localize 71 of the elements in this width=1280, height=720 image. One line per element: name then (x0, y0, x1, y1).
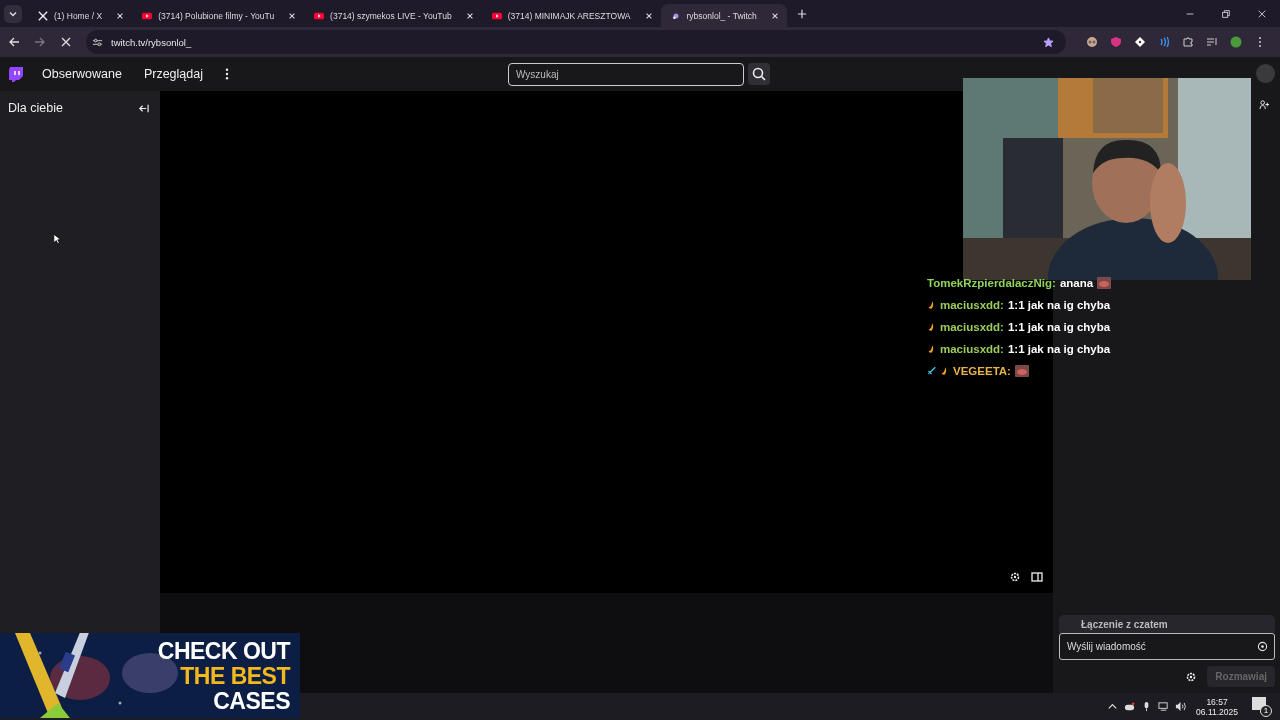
close-icon[interactable] (116, 11, 125, 20)
browser-tab[interactable]: rybsonlol_ - Twitch (660, 4, 787, 27)
mouse-cursor-icon (53, 233, 61, 245)
chevron-up-icon[interactable] (1107, 701, 1119, 712)
x-logo-icon (38, 10, 48, 21)
new-tab-icon[interactable] (796, 8, 807, 19)
moon-badge-icon (927, 344, 936, 354)
notifications-button[interactable]: 1 (1252, 696, 1272, 717)
nav-link[interactable]: Obserwowane (42, 67, 122, 81)
chat-username: TomekRzpierdalaczNig: (927, 277, 1056, 289)
sidebar-title: Dla ciebie (8, 101, 63, 115)
close-icon[interactable] (644, 11, 653, 20)
media-queue-icon[interactable] (1206, 36, 1218, 48)
nav-link[interactable]: Przeglądaj (143, 67, 203, 81)
extensions-puzzle-icon[interactable] (1182, 36, 1194, 48)
friends-icon[interactable] (1259, 99, 1270, 110)
search-field[interactable]: Wyszukaj (508, 62, 744, 86)
play-logo-icon (314, 10, 325, 21)
moon-badge-icon (940, 366, 949, 376)
profile-avatar-icon[interactable] (1230, 36, 1242, 48)
ad-headline: THE BEST (180, 664, 290, 689)
site-settings-icon[interactable] (92, 36, 103, 48)
chat-message: 1:1 jak na ig chyba (1007, 343, 1111, 355)
game-controller-icon[interactable] (1124, 701, 1136, 712)
search-button[interactable] (748, 63, 770, 85)
settings-icon[interactable] (1009, 571, 1021, 583)
play-logo-icon (142, 10, 153, 21)
moon-badge-icon (927, 300, 936, 310)
more-icon[interactable] (225, 68, 229, 80)
tab-search-button[interactable] (4, 4, 22, 23)
close-icon[interactable] (288, 11, 297, 20)
chat-username: VEGEETA: (953, 365, 1011, 377)
play-logo-icon (491, 10, 502, 21)
ad-headline: CHECK OUT (157, 639, 290, 664)
chat-message: 1:1 jak na ig chyba (1007, 299, 1111, 311)
browser-tab[interactable]: (1) Home / X (28, 4, 133, 27)
moon-badge-icon (927, 322, 936, 332)
theatre-mode-icon[interactable] (1031, 571, 1043, 583)
settings-icon[interactable] (1185, 670, 1198, 683)
chat-message: anana (1059, 277, 1094, 289)
close-icon[interactable] (1257, 8, 1267, 19)
ad-headline: CASES (213, 689, 290, 714)
sound-waves-icon[interactable] (1158, 36, 1170, 48)
stop-icon[interactable] (60, 36, 72, 48)
chat-status-banner: Łączenie z czatem (1059, 615, 1275, 633)
extension-icon[interactable] (1086, 36, 1098, 48)
close-icon[interactable] (465, 11, 474, 20)
shield-icon[interactable] (1110, 36, 1122, 48)
volume-icon[interactable] (1175, 701, 1187, 712)
browser-tab[interactable]: (3714) MINIMAJK ARESZTOWA (481, 4, 661, 27)
extension-icon[interactable] (1134, 36, 1146, 48)
network-icon[interactable] (1158, 701, 1170, 712)
taskbar-clock[interactable]: 16:57 06.11.2025 (1196, 696, 1238, 717)
address-bar[interactable]: twitch.tv/rybsonlol_ (86, 30, 1066, 54)
restore-icon[interactable] (1221, 8, 1231, 19)
chat-username: maciusxdd: (940, 321, 1004, 333)
forward-icon[interactable] (34, 36, 46, 48)
chat-input[interactable]: Wyślij wiadomość (1059, 633, 1275, 660)
ad-banner[interactable]: CHECK OUT THE BEST CASES (0, 633, 300, 718)
close-icon[interactable] (770, 11, 779, 20)
browser-tab[interactable]: (3714) Polubione filmy - YouTu (132, 4, 305, 27)
back-icon[interactable] (8, 36, 20, 48)
browser-tab[interactable]: (3714) szymekos LIVE - YouTub (304, 4, 482, 27)
chat-message: 1:1 jak na ig chyba (1007, 321, 1111, 333)
chat-username: maciusxdd: (940, 299, 1004, 311)
twitch-logo-icon[interactable] (8, 66, 24, 82)
emote-picker-icon[interactable] (1257, 641, 1268, 652)
chat-username: maciusxdd: (940, 343, 1004, 355)
sword-badge-icon (927, 366, 936, 376)
bookmark-star-icon[interactable] (1043, 36, 1054, 48)
collapse-icon[interactable] (138, 102, 149, 114)
